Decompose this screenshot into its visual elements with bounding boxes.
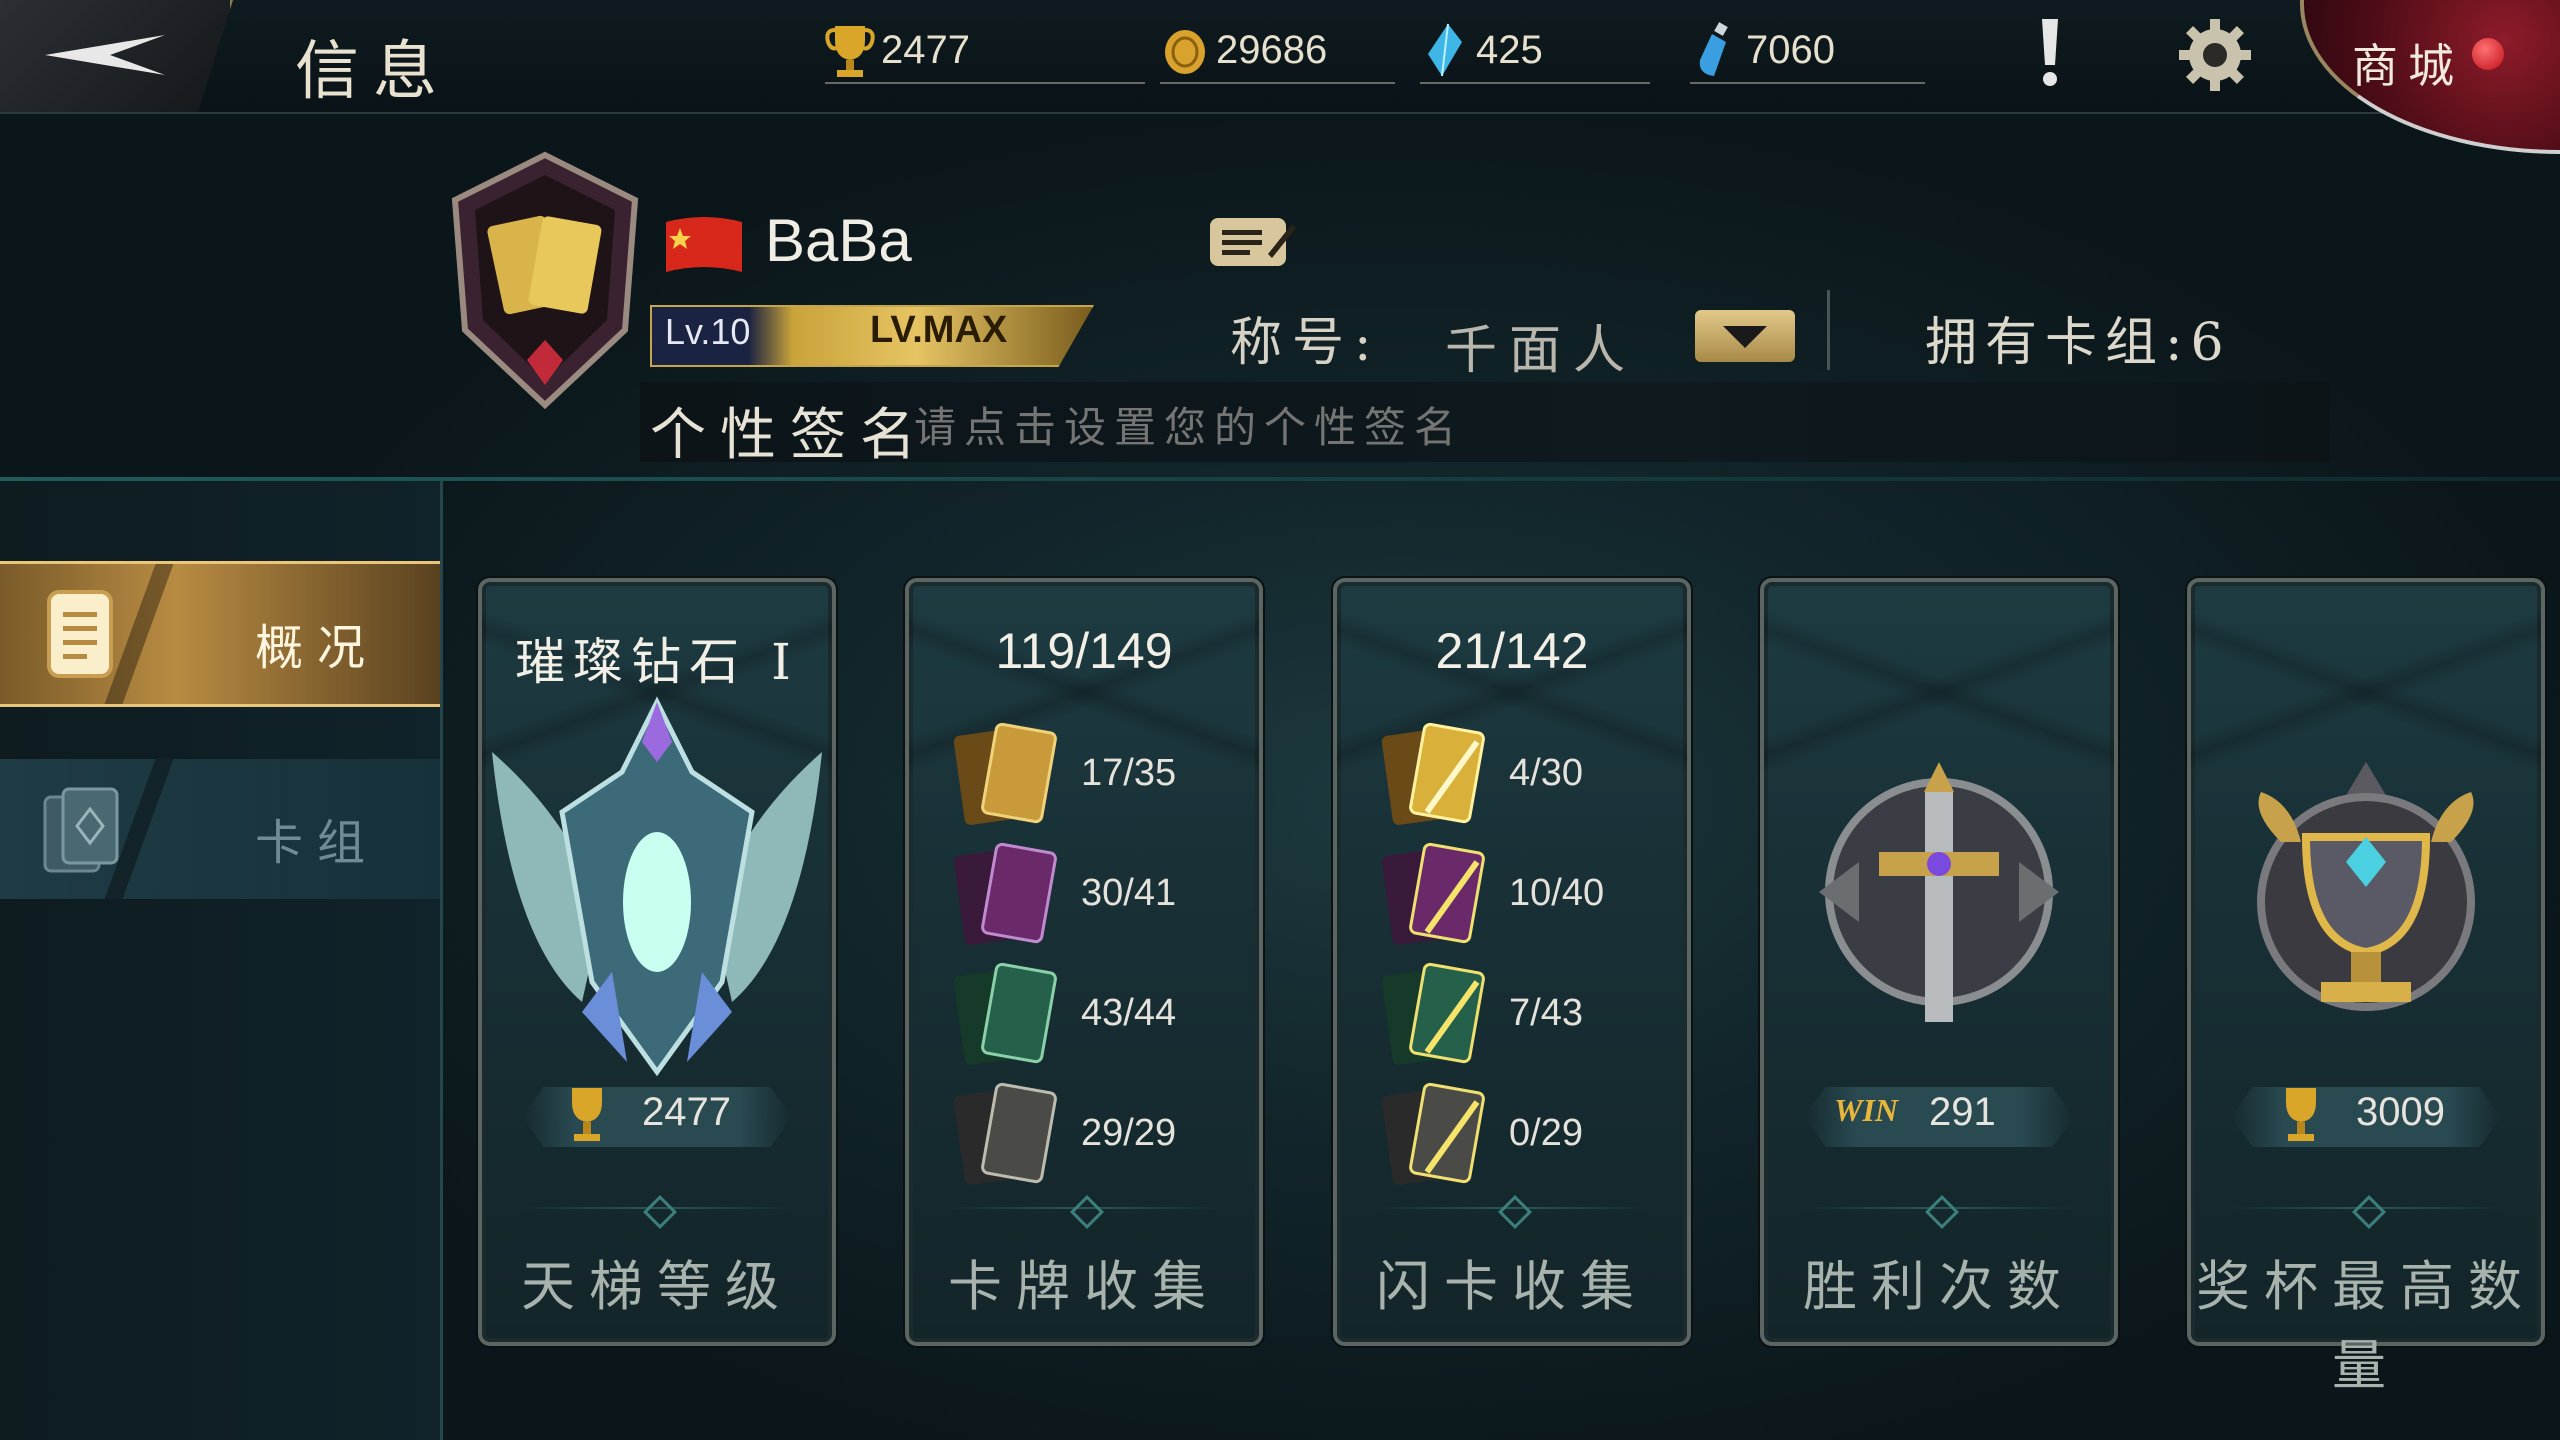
sidebar: 概况 卡组: [0, 481, 443, 1440]
flash-row-rare: 7/43: [1377, 962, 1667, 1072]
gold-value: 29686: [1216, 27, 1328, 72]
ladder-trophies: 2477: [642, 1090, 731, 1134]
potion-counter: 7060: [1690, 18, 1925, 84]
player-avatar-emblem[interactable]: [445, 150, 645, 410]
tab-overview[interactable]: 概况: [0, 561, 440, 707]
edit-profile-icon[interactable]: [1208, 214, 1298, 270]
gear-icon[interactable]: [2175, 15, 2255, 95]
wins-card[interactable]: WIN 291 胜利次数: [1760, 578, 2118, 1346]
common-cards-icon: [953, 1082, 1057, 1185]
wins-card-title: 胜利次数: [1803, 1255, 2075, 1318]
diamond-ornament-icon: [1070, 1195, 1104, 1229]
blue-crystal-icon: [1428, 23, 1462, 77]
chevron-down-icon: [1723, 326, 1767, 348]
legendary-flash-count: 4/30: [1509, 752, 1583, 794]
flash-row-epic: 10/40: [1377, 842, 1667, 952]
diamond-rank-emblem-icon: [492, 696, 822, 1077]
china-flag-icon: [666, 217, 742, 272]
epic-flash-count: 10/40: [1509, 872, 1605, 914]
potion-value: 7060: [1746, 27, 1835, 72]
player-level: Lv.10: [665, 311, 751, 352]
shop-notification-dot: [2472, 38, 2504, 70]
signature-input[interactable]: [912, 402, 1816, 453]
flash-total: 21/142: [1435, 623, 1589, 679]
golden-cup-emblem-icon: [2257, 762, 2475, 1011]
title-label: 称号:: [1230, 313, 1382, 373]
epic-flash-cards-icon: [1381, 842, 1485, 945]
flash-row-common: 0/29: [1377, 1082, 1667, 1192]
collection-row-common: 29/29: [949, 1082, 1239, 1192]
tab-decks-label: 卡组: [255, 815, 380, 871]
gold-counter: 29686: [1160, 18, 1395, 84]
diamond-ornament-icon: [2352, 1195, 2386, 1229]
trophy-value: 2477: [881, 27, 970, 72]
diamond-ornament-icon: [1925, 1195, 1959, 1229]
common-flash-cards-icon: [1381, 1082, 1485, 1185]
rare-flash-count: 7/43: [1509, 992, 1583, 1034]
trophy-icon: [572, 1088, 602, 1141]
common-flash-count: 0/29: [1509, 1112, 1583, 1154]
epic-count: 30/41: [1081, 872, 1177, 914]
collection-total: 119/149: [995, 623, 1173, 679]
common-count: 29/29: [1081, 1112, 1177, 1154]
back-button[interactable]: [0, 0, 233, 112]
win-badge: WIN: [1834, 1092, 1899, 1128]
title-dropdown-button[interactable]: [1695, 310, 1795, 362]
max-trophies-card[interactable]: 3009 奖杯最高数量: [2187, 578, 2545, 1397]
max-trophies-value: 3009: [2356, 1090, 2445, 1134]
back-arrow-icon: [45, 35, 165, 75]
flash-card-title: 闪卡收集: [1376, 1255, 1648, 1318]
ladder-card-title: 天梯等级: [521, 1255, 793, 1318]
trophy-icon: [825, 26, 875, 77]
notice-icon[interactable]: [2030, 15, 2070, 90]
level-max-label: LV.MAX: [870, 309, 1008, 351]
trophy-counter: 2477: [825, 18, 1145, 84]
collection-row-legendary: 17/35: [949, 722, 1239, 832]
document-icon: [47, 590, 113, 678]
tab-decks[interactable]: 卡组: [0, 759, 440, 899]
card-collection-card[interactable]: 119/149 17/35 30/41 43/44 29/29 卡牌收集: [905, 578, 1263, 1346]
collection-row-epic: 30/41: [949, 842, 1239, 952]
tab-overview-label: 概况: [255, 620, 380, 676]
ladder-rank-card[interactable]: 璀璨钻石 I 2477 天梯等级: [478, 578, 836, 1346]
collection-row-rare: 43/44: [949, 962, 1239, 1072]
decks-owned: 拥有卡组:6: [1925, 313, 2232, 373]
player-name: BaBa: [765, 207, 912, 274]
title-value: 千面人: [1445, 321, 1638, 381]
page-title: 信息: [295, 35, 451, 109]
max-trophies-card-title: 奖杯最高数量: [2196, 1255, 2536, 1397]
deck-cards-icon: [43, 787, 119, 873]
rare-cards-icon: [953, 962, 1057, 1065]
crystal-counter: 425: [1420, 18, 1650, 84]
trophy-icon: [2286, 1088, 2316, 1141]
diamond-ornament-icon: [643, 1195, 677, 1229]
rare-count: 43/44: [1081, 992, 1177, 1034]
top-bar: 信息 2477 29686 425 7060 商城: [0, 0, 2560, 154]
epic-cards-icon: [953, 842, 1057, 945]
legendary-count: 17/35: [1081, 752, 1177, 794]
divider: [1827, 290, 1830, 370]
diamond-ornament-icon: [1498, 1195, 1532, 1229]
shop-label: 商城: [2352, 39, 2464, 93]
rare-flash-cards-icon: [1381, 962, 1485, 1065]
shop-button[interactable]: 商城: [2300, 0, 2560, 154]
crystal-value: 425: [1476, 27, 1543, 72]
signature-label: 个性签名: [650, 403, 930, 468]
gold-coin-icon: [1165, 30, 1205, 74]
legendary-cards-icon: [953, 722, 1057, 825]
flash-card-collection-card[interactable]: 21/142 4/30 10/40 7/43 0/29 闪卡收集: [1333, 578, 1691, 1346]
collection-card-title: 卡牌收集: [948, 1255, 1220, 1318]
sword-shield-emblem-icon: [1819, 762, 2059, 1022]
legendary-flash-cards-icon: [1381, 722, 1485, 825]
flash-row-legendary: 4/30: [1377, 722, 1667, 832]
win-count: 291: [1929, 1090, 1996, 1134]
potion-icon: [1699, 22, 1728, 76]
